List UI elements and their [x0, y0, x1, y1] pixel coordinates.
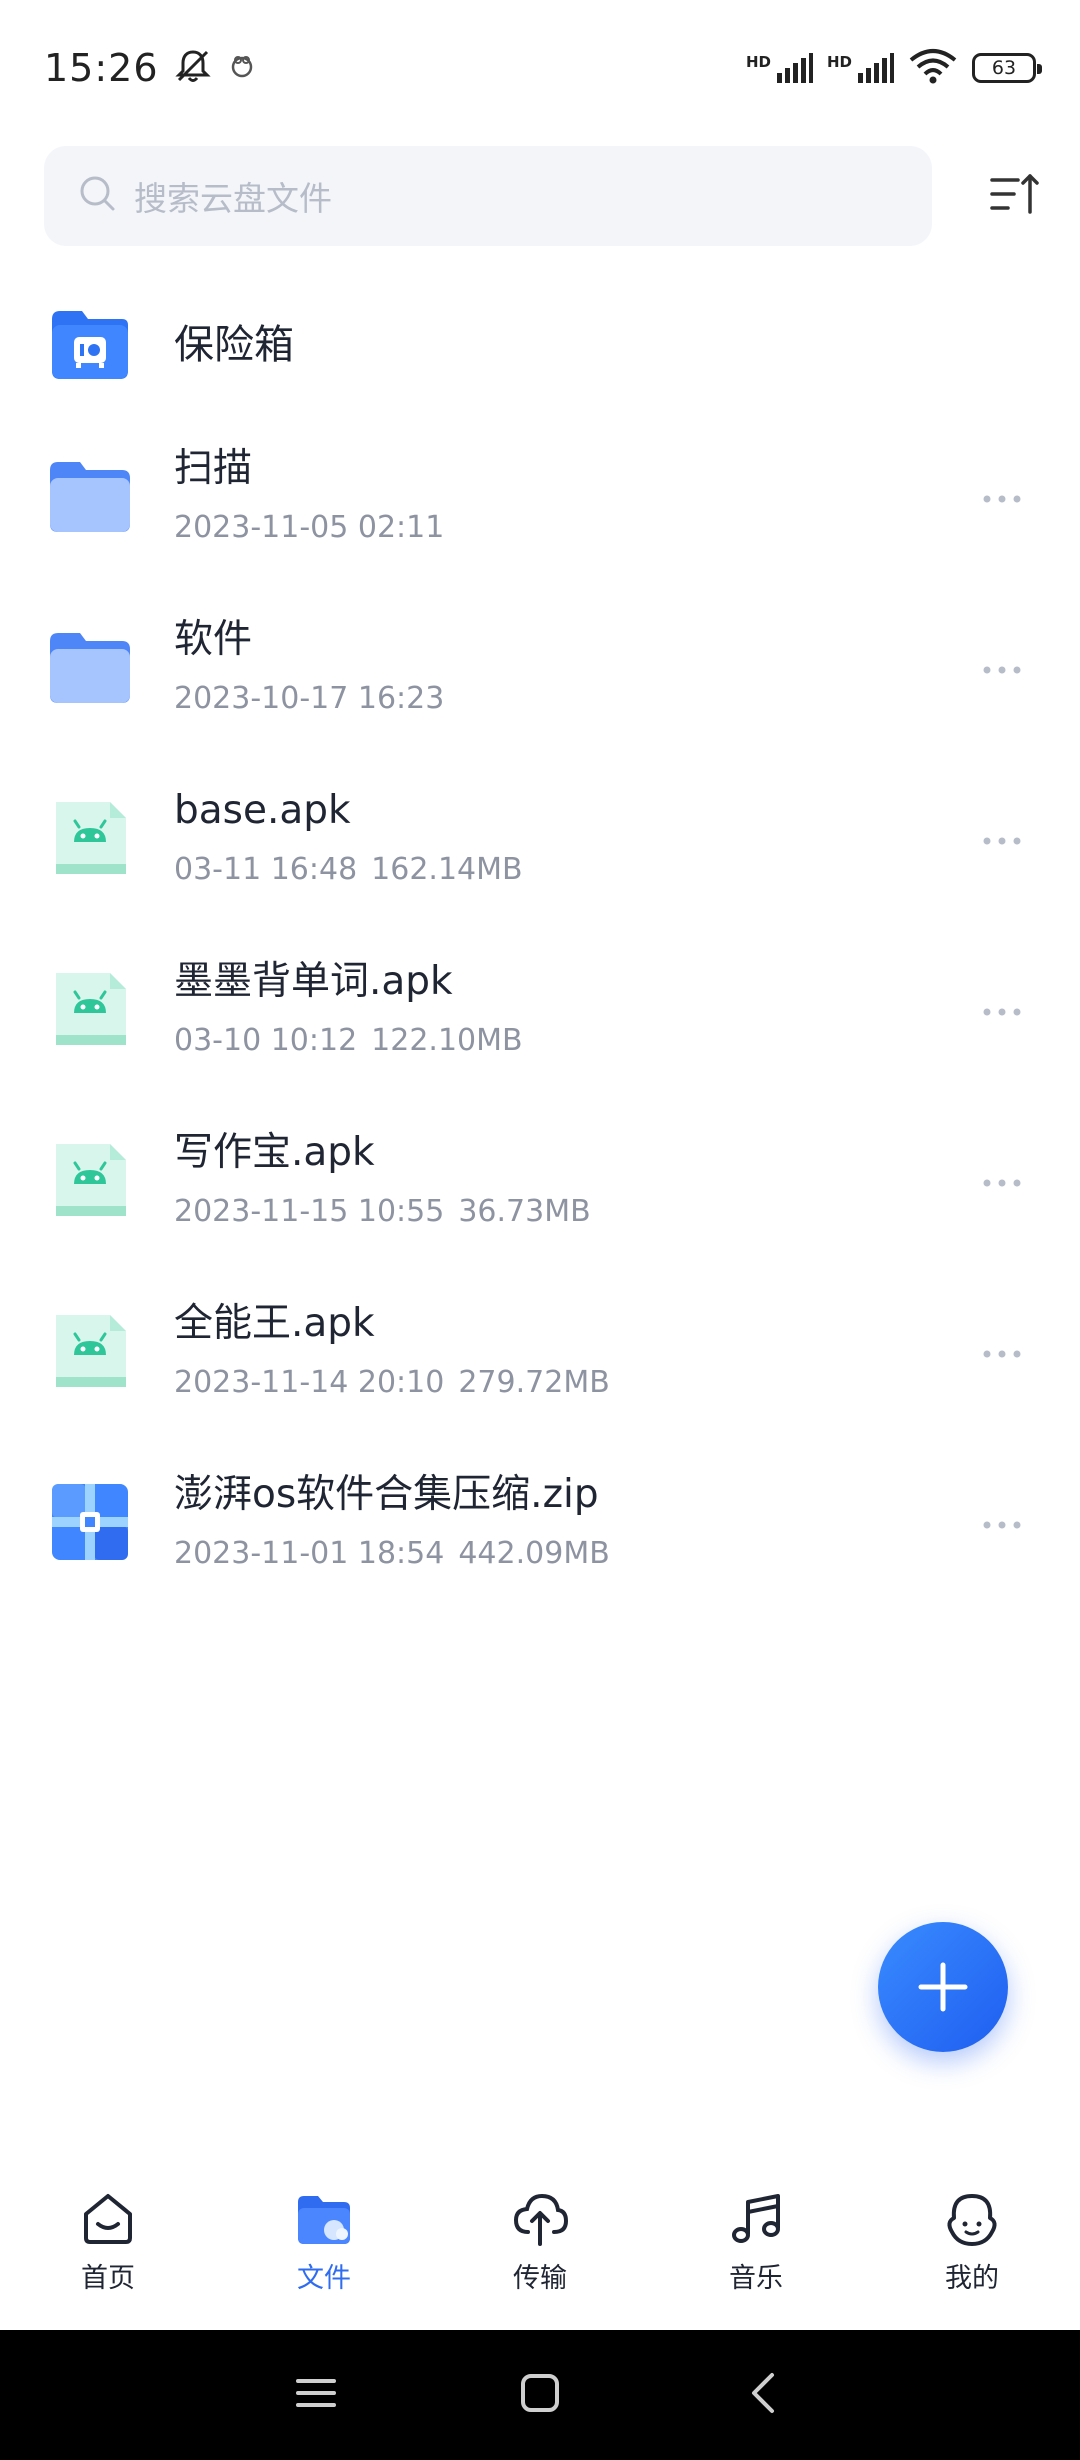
menu-icon [296, 2379, 336, 2407]
file-meta: 2023-11-15 10:55 36.73MB [174, 1194, 591, 1230]
wifi-icon [908, 48, 958, 88]
search-placeholder: 搜索云盘文件 [134, 179, 332, 218]
back-button[interactable] [742, 2371, 786, 2419]
folder-icon [46, 452, 134, 540]
screen: 15:26 HD HD 63 搜索云盘文件 保险箱 扫描 2023-11-05 … [0, 0, 1080, 2460]
file-meta: 2023-10-17 16:23 [174, 681, 445, 717]
more-button[interactable] [982, 1003, 1022, 1015]
file-meta: 03-11 16:48 162.14MB [174, 852, 523, 888]
more-button[interactable] [982, 1345, 1022, 1357]
battery-icon: 63 [972, 53, 1042, 83]
search-icon [78, 174, 118, 218]
list-item[interactable]: 澎湃os软件合集压缩.zip 2023-11-01 18:54 442.09MB [0, 1436, 1080, 1607]
app-notification-icon [227, 51, 257, 85]
android-apk-icon [46, 1307, 134, 1395]
search-row: 搜索云盘文件 [44, 146, 1044, 246]
file-meta: 2023-11-14 20:10 279.72MB [174, 1365, 610, 1401]
more-icon [983, 1521, 1021, 1528]
vault-name: 保险箱 [174, 322, 294, 368]
folder-cloud-icon [298, 2196, 350, 2244]
more-button[interactable] [982, 1174, 1022, 1186]
zip-archive-icon [46, 1478, 134, 1566]
more-button[interactable] [982, 832, 1022, 844]
more-icon [983, 666, 1021, 673]
profile-icon [947, 2194, 997, 2246]
android-apk-icon [46, 794, 134, 882]
file-name: 写作宝.apk [174, 1129, 375, 1175]
home-icon [84, 2194, 132, 2244]
nav-files[interactable]: 文件 [216, 2170, 432, 2295]
status-time: 15:26 [44, 46, 159, 90]
menu-button[interactable] [294, 2371, 338, 2419]
more-icon [983, 1350, 1021, 1357]
vault-icon [46, 301, 134, 389]
music-note-icon [732, 2194, 780, 2243]
sort-icon [990, 174, 1039, 214]
status-bar: 15:26 HD HD 63 [0, 0, 1080, 136]
vault-item[interactable]: 保险箱 [0, 280, 1080, 410]
file-name: 墨墨背单词.apk [174, 958, 453, 1004]
home-system-button[interactable] [518, 2371, 562, 2419]
android-apk-icon [46, 965, 134, 1053]
plus-icon [918, 1962, 968, 2012]
more-icon [983, 495, 1021, 502]
file-name: 全能王.apk [174, 1300, 375, 1346]
nav-home[interactable]: 首页 [0, 2170, 216, 2295]
nav-music[interactable]: 音乐 [648, 2170, 864, 2295]
file-name: base.apk [174, 787, 351, 833]
nav-transfer[interactable]: 传输 [432, 2170, 648, 2295]
list-item[interactable]: 写作宝.apk 2023-11-15 10:55 36.73MB [0, 1094, 1080, 1265]
nav-mine[interactable]: 我的 [864, 2170, 1080, 2295]
file-list: 保险箱 扫描 2023-11-05 02:11 软件 2023-10-17 16… [0, 280, 1080, 1607]
more-button[interactable] [982, 490, 1022, 502]
list-item[interactable]: base.apk 03-11 16:48 162.14MB [0, 752, 1080, 923]
more-button[interactable] [982, 661, 1022, 673]
file-meta: 2023-11-05 02:11 [174, 510, 445, 546]
signal-icon: HD [746, 53, 813, 83]
list-item[interactable]: 软件 2023-10-17 16:23 [0, 581, 1080, 752]
file-name: 扫描 [174, 445, 253, 491]
bell-muted-icon [173, 46, 213, 90]
more-icon [983, 1008, 1021, 1015]
folder-icon [46, 623, 134, 711]
sort-button[interactable] [988, 168, 1044, 224]
signal-icon-2: HD [827, 53, 894, 83]
file-meta: 2023-11-01 18:54 442.09MB [174, 1536, 610, 1572]
system-nav-bar [0, 2330, 1080, 2460]
bottom-nav: 首页 文件 传输 音乐 我的 [0, 2170, 1080, 2330]
android-apk-icon [46, 1136, 134, 1224]
add-button[interactable] [878, 1922, 1008, 2052]
more-icon [983, 1179, 1021, 1186]
back-icon [752, 2373, 774, 2413]
list-item[interactable]: 墨墨背单词.apk 03-10 10:12 122.10MB [0, 923, 1080, 1094]
search-input[interactable]: 搜索云盘文件 [44, 146, 932, 246]
square-icon [521, 2374, 559, 2412]
cloud-upload-icon [513, 2193, 569, 2246]
list-item[interactable]: 全能王.apk 2023-11-14 20:10 279.72MB [0, 1265, 1080, 1436]
more-icon [983, 837, 1021, 844]
list-item[interactable]: 扫描 2023-11-05 02:11 [0, 410, 1080, 581]
file-meta: 03-10 10:12 122.10MB [174, 1023, 523, 1059]
more-button[interactable] [982, 1516, 1022, 1528]
file-name: 澎湃os软件合集压缩.zip [174, 1471, 599, 1517]
file-name: 软件 [174, 616, 253, 662]
